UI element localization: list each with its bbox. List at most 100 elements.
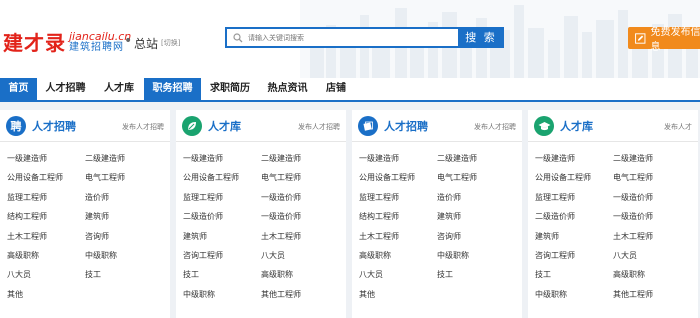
panel-header: 人才招聘 发布人才招聘 (352, 110, 522, 142)
category-list: 一级建造师 二级建造师 公用设备工程师 电气工程师 监理工程师 造价师 结构工程… (0, 142, 170, 304)
category-link[interactable]: 电气工程师 (261, 168, 341, 187)
category-link[interactable]: 中级职称 (535, 285, 613, 304)
category-link[interactable]: 其他工程师 (261, 285, 341, 304)
category-link[interactable]: 八大员 (7, 265, 85, 284)
main-nav: 首页 人才招聘 人才库 职务招聘 求职简历 热点资讯 店铺 (0, 78, 700, 102)
category-link[interactable]: 建筑师 (535, 227, 613, 246)
category-link[interactable]: 土木工程师 (613, 227, 693, 246)
category-link[interactable]: 二级建造师 (437, 149, 517, 168)
publish-info-label: 免费发布信息 (650, 27, 700, 53)
category-link[interactable]: 一级建造师 (7, 149, 85, 168)
nav-item-shops[interactable]: 店铺 (316, 78, 356, 100)
switch-site-link[interactable]: [切换] (161, 38, 180, 48)
panel-publish-link[interactable]: 发布人才招聘 (122, 122, 164, 132)
category-link[interactable]: 其他 (359, 285, 437, 304)
nav-item-talent-pool[interactable]: 人才库 (94, 78, 144, 100)
category-link[interactable]: 技工 (535, 265, 613, 284)
category-link[interactable]: 一级建造师 (183, 149, 261, 168)
category-link[interactable]: 土木工程师 (359, 227, 437, 246)
category-link[interactable]: 公用设备工程师 (359, 168, 437, 187)
current-site-name: 总站 (134, 37, 159, 51)
category-link[interactable]: 电气工程师 (437, 168, 517, 187)
nav-item-resumes[interactable]: 求职简历 (201, 78, 259, 100)
category-list: 一级建造师 二级建造师 公用设备工程师 电气工程师 监理工程师 一级造价师 二级… (528, 142, 698, 304)
category-panel: 人才招聘 发布人才招聘 一级建造师 二级建造师 公用设备工程师 电气工程师 监理… (352, 110, 522, 318)
category-link[interactable]: 咨询工程师 (183, 246, 261, 265)
category-link[interactable]: 中级职称 (437, 246, 517, 265)
edit-icon (635, 32, 646, 44)
category-link[interactable]: 高级职称 (359, 246, 437, 265)
search-icon (233, 32, 243, 42)
category-link[interactable]: 咨询工程师 (535, 246, 613, 265)
category-link[interactable]: 结构工程师 (7, 207, 85, 226)
category-link[interactable]: 土木工程师 (261, 227, 341, 246)
category-link[interactable]: 咨询师 (85, 227, 165, 246)
category-link[interactable]: 其他工程师 (613, 285, 693, 304)
nav-item-home[interactable]: 首页 (0, 78, 37, 100)
category-link[interactable]: 造价师 (85, 188, 165, 207)
header: 建才录 jiancailu.cn 建筑招聘网 • 总站 [切换] 搜 索 免费发… (0, 0, 700, 78)
category-link[interactable]: 公用设备工程师 (183, 168, 261, 187)
category-panel: 聘 人才招聘 发布人才招聘 一级建造师 二级建造师 公用设备工程师 电气工程师 … (0, 110, 170, 318)
search-bar: 搜 索 (225, 27, 504, 48)
category-link[interactable]: 八大员 (613, 246, 693, 265)
category-link[interactable]: 二级建造师 (85, 149, 165, 168)
category-link[interactable]: 技工 (437, 265, 517, 284)
panel-title[interactable]: 人才招聘 (32, 118, 76, 134)
search-input[interactable] (248, 33, 428, 42)
nav-item-job-recruit[interactable]: 职务招聘 (144, 78, 201, 100)
category-link[interactable]: 二级造价师 (535, 207, 613, 226)
category-link[interactable]: 一级造价师 (261, 207, 341, 226)
category-link[interactable]: 一级造价师 (613, 207, 693, 226)
category-link[interactable]: 电气工程师 (85, 168, 165, 187)
nav-item-hot-news[interactable]: 热点资讯 (259, 78, 316, 100)
panel-title[interactable]: 人才库 (560, 118, 593, 134)
panel-publish-link[interactable]: 发布人才 (664, 122, 692, 132)
logo-site-name: 建筑招聘网 (69, 41, 124, 53)
panel-header: 人才库 发布人才 (528, 110, 698, 142)
category-link[interactable]: 高级职称 (7, 246, 85, 265)
category-link[interactable]: 高级职称 (261, 265, 341, 284)
category-link[interactable]: 监理工程师 (359, 188, 437, 207)
category-link[interactable]: 一级造价师 (261, 188, 341, 207)
category-link[interactable]: 中级职称 (85, 246, 165, 265)
category-link[interactable]: 土木工程师 (7, 227, 85, 246)
publish-info-button[interactable]: 免费发布信息 (628, 27, 700, 53)
category-link[interactable]: 其他 (7, 285, 85, 304)
search-button[interactable]: 搜 索 (458, 27, 504, 48)
panel-publish-link[interactable]: 发布人才招聘 (474, 122, 516, 132)
panel-title[interactable]: 人才招聘 (384, 118, 428, 134)
category-link[interactable]: 中级职称 (183, 285, 261, 304)
panel-title[interactable]: 人才库 (208, 118, 241, 134)
category-link[interactable]: 一级建造师 (535, 149, 613, 168)
panel-header: 聘 人才招聘 发布人才招聘 (0, 110, 170, 142)
category-link[interactable]: 建筑师 (183, 227, 261, 246)
site-logo[interactable]: 建才录 jiancailu.cn 建筑招聘网 (3, 27, 131, 56)
panel-publish-link[interactable]: 发布人才招聘 (298, 122, 340, 132)
category-link[interactable]: 电气工程师 (613, 168, 693, 187)
category-link[interactable]: 监理工程师 (183, 188, 261, 207)
category-link[interactable]: 二级建造师 (261, 149, 341, 168)
category-link[interactable]: 建筑师 (85, 207, 165, 226)
category-link[interactable]: 咨询师 (437, 227, 517, 246)
category-link[interactable]: 技工 (85, 265, 165, 284)
category-link[interactable]: 二级造价师 (183, 207, 261, 226)
category-link[interactable]: 建筑师 (437, 207, 517, 226)
panel-header: 人才库 发布人才招聘 (176, 110, 346, 142)
category-link[interactable]: 八大员 (359, 265, 437, 284)
category-link[interactable]: 结构工程师 (359, 207, 437, 226)
category-link[interactable]: 八大员 (261, 246, 341, 265)
logo-domain: jiancailu.cn (69, 29, 132, 43)
logo-main-text: 建才录 (3, 31, 66, 55)
category-link[interactable]: 造价师 (437, 188, 517, 207)
category-link[interactable]: 监理工程师 (535, 188, 613, 207)
category-link[interactable]: 技工 (183, 265, 261, 284)
category-link[interactable]: 监理工程师 (7, 188, 85, 207)
category-link[interactable]: 二级建造师 (613, 149, 693, 168)
category-link[interactable]: 公用设备工程师 (535, 168, 613, 187)
category-link[interactable]: 公用设备工程师 (7, 168, 85, 187)
category-link[interactable]: 一级建造师 (359, 149, 437, 168)
category-link[interactable]: 一级造价师 (613, 188, 693, 207)
category-link[interactable]: 高级职称 (613, 265, 693, 284)
nav-item-talent-recruit[interactable]: 人才招聘 (37, 78, 94, 100)
